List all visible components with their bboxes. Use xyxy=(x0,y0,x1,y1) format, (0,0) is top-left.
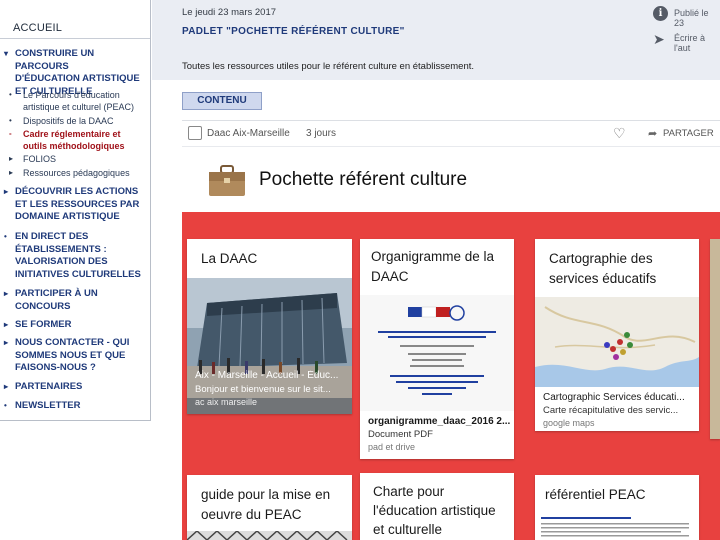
heart-icon[interactable]: ♡ xyxy=(613,125,626,142)
nav-subitem-folios[interactable]: ▸ FOLIOS xyxy=(9,153,145,165)
bullet-icon: • xyxy=(4,401,7,410)
share-button[interactable]: PARTAGER xyxy=(663,128,714,139)
padlet-title: Pochette référent culture xyxy=(259,169,468,190)
nav-item-decouvrir[interactable]: ▸ DÉCOUVRIR LES ACTIONS ET LES RESSOURCE… xyxy=(4,186,149,224)
chevron-down-icon: ▾ xyxy=(4,49,9,58)
chevron-right-icon: ▸ xyxy=(4,187,9,196)
card-title-line-1: Organigramme de la xyxy=(371,249,495,264)
card-partial-right[interactable] xyxy=(710,239,720,439)
bullet-icon: • xyxy=(9,90,12,99)
card-title-line-2: l'éducation artistique xyxy=(373,503,496,518)
card-charte[interactable]: Charte pour l'éducation artistique et cu… xyxy=(360,473,514,540)
nav-item-newsletter[interactable]: • NEWSLETTER xyxy=(4,400,149,413)
nav-subitem-cadre[interactable]: - Cadre réglementaire et outils méthodol… xyxy=(9,128,145,152)
card-title: La DAAC xyxy=(201,251,258,266)
nav-item-partenaires[interactable]: ▸ PARTENAIRES xyxy=(4,381,149,394)
file-source: pad et drive xyxy=(368,442,416,452)
nav-title[interactable]: ACCUEIL xyxy=(13,22,62,34)
document-preview xyxy=(535,513,699,540)
card-referentiel[interactable]: référentiel PEAC xyxy=(535,475,699,540)
map-preview xyxy=(535,297,699,387)
post-title: PADLET "POCHETTE RÉFÉRENT CULTURE" xyxy=(182,26,405,37)
nav-item-se-former[interactable]: ▸ SE FORMER xyxy=(4,319,149,332)
card-organigramme[interactable]: Organigramme de la DAAC organigramme_daa… xyxy=(360,239,514,459)
card-title-line-2: oeuvre du PEAC xyxy=(201,507,302,522)
chevron-right-icon: ▸ xyxy=(4,382,9,391)
chevron-right-icon: ▸ xyxy=(4,289,9,298)
bullet-icon: • xyxy=(9,116,12,125)
nav-subitem-ressources[interactable]: ▸ Ressources pédagogiques xyxy=(9,167,145,179)
link-description: Bonjour et bienvenue sur le sit... xyxy=(195,384,331,395)
card-cartographie[interactable]: Cartographie des services éducatifs Cart… xyxy=(535,239,699,431)
card-guide-peac[interactable]: guide pour la mise en oeuvre du PEAC xyxy=(187,475,352,540)
link-title: Cartographic Services éducati... xyxy=(543,392,685,403)
pattern-preview xyxy=(187,531,352,540)
card-title-line-1: guide pour la mise en xyxy=(201,487,331,502)
briefcase-icon xyxy=(209,165,245,196)
nav-item-contact[interactable]: ▸ NOUS CONTACTER - QUI SOMMES NOUS ET QU… xyxy=(4,337,149,375)
pdf-preview xyxy=(360,295,514,411)
link-description: Carte récapitulative des servic... xyxy=(543,405,679,416)
send-icon[interactable]: ➤ xyxy=(653,31,665,48)
file-type: Document PDF xyxy=(368,429,433,440)
link-source: google maps xyxy=(543,418,595,428)
left-nav: ACCUEIL ▾ CONSTRUIRE UN PARCOURS D'ÉDUCA… xyxy=(0,0,151,421)
info-icon: i xyxy=(653,6,668,21)
nav-item-en-direct[interactable]: • EN DIRECT DES ÉTABLISSEMENTS : VALORIS… xyxy=(4,231,149,281)
card-title-line-2: services éducatifs xyxy=(549,271,657,286)
card-title: référentiel PEAC xyxy=(545,487,646,502)
chevron-right-icon: ▸ xyxy=(9,168,14,177)
card-title-line-1: Cartographie des xyxy=(549,251,653,266)
padlet-logo-icon xyxy=(188,126,202,140)
nav-subitem-dispositifs[interactable]: • Dispositifs de la DAAC xyxy=(9,115,145,127)
padlet-author[interactable]: Daac Aix-Marseille xyxy=(207,128,290,139)
padlet-time: 3 jours xyxy=(306,128,337,139)
bullet-icon: • xyxy=(4,232,7,241)
card-title-line-1: Charte pour xyxy=(373,484,445,499)
link-title: Aix - Marseille - Accueil - Éduc... xyxy=(195,370,339,381)
chevron-right-icon: ▸ xyxy=(4,338,9,347)
link-source: ac aix marseille xyxy=(195,397,258,407)
nav-subitem-peac[interactable]: • Le Parcours d'éducation artistique et … xyxy=(9,89,145,113)
chevron-right-icon: ▸ xyxy=(4,320,9,329)
file-name: organigramme_daac_2016 2... xyxy=(368,416,511,427)
divider xyxy=(0,38,150,39)
post-date: Le jeudi 23 mars 2017 xyxy=(182,7,277,18)
post-description: Toutes les ressources utiles pour le réf… xyxy=(182,61,475,72)
write-to-author-link[interactable]: Écrire à l'aut xyxy=(674,33,720,53)
chevron-right-icon: ▸ xyxy=(9,154,14,163)
tab-contenu[interactable]: CONTENU xyxy=(182,92,262,110)
dash-icon: - xyxy=(9,129,12,138)
card-title-line-3: et culturelle xyxy=(373,522,443,537)
share-icon[interactable]: ➦ xyxy=(648,127,657,140)
card-la-daac[interactable]: La DAAC Aix - Marseille - Accueil - Éduc… xyxy=(187,239,352,414)
nav-item-concours[interactable]: ▸ PARTICIPER À UN CONCOURS xyxy=(4,288,149,313)
published-date: Publié le 23 xyxy=(674,8,709,28)
card-title-line-2: DAAC xyxy=(371,269,409,284)
